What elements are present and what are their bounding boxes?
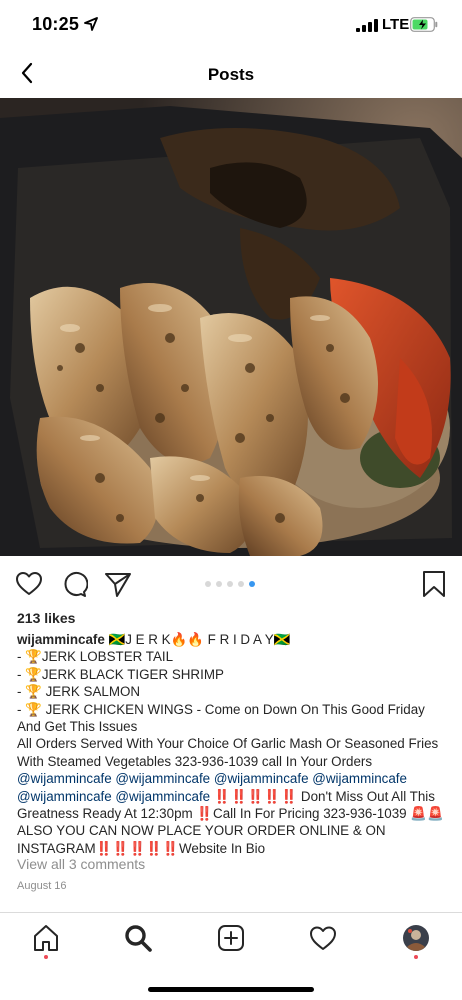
profile-avatar[interactable] — [401, 923, 431, 953]
post-username[interactable]: wijammincafe — [17, 632, 105, 647]
post-date: August 16 — [17, 880, 67, 892]
comment-icon[interactable] — [60, 570, 88, 598]
location-arrow-icon — [84, 17, 98, 31]
battery-icon — [410, 17, 438, 32]
bookmark-icon[interactable] — [420, 570, 448, 598]
status-bar: 10:25 LTE — [0, 0, 462, 50]
carousel-dot — [227, 581, 233, 587]
caption-line: - 🏆 JERK SALMON — [17, 684, 141, 700]
post-image[interactable] — [0, 98, 462, 556]
navigation-header: Posts — [0, 52, 462, 98]
caption-line: - 🏆JERK LOBSTER TAIL — [17, 649, 174, 665]
post-caption: wijammincafe 🇯🇲J E R K🔥🔥 F R I D A Y🇯🇲 -… — [17, 631, 447, 857]
caption-line: All Orders Served With Your Choice Of Ga… — [17, 736, 439, 769]
likes-count[interactable]: 213 likes — [17, 610, 75, 626]
home-indicator — [148, 987, 314, 992]
page-title: Posts — [207, 65, 255, 84]
home-notification-dot — [44, 955, 48, 959]
caption-header-line: wijammincafe 🇯🇲J E R K🔥🔥 F R I D A Y🇯🇲 — [17, 631, 447, 648]
status-time: 10:25 — [32, 14, 80, 34]
profile-notification-dot — [414, 955, 418, 959]
caption-line: - 🏆JERK BLACK TIGER SHRIMP — [17, 666, 224, 682]
activity-heart-icon[interactable] — [308, 923, 338, 953]
carousel-dot — [205, 581, 211, 587]
carousel-dot — [216, 581, 222, 587]
add-post-icon[interactable] — [216, 923, 246, 953]
caption-mentions-paragraph: @wijammincafe @wijammincafe @wijammincaf… — [17, 770, 447, 857]
like-heart-icon[interactable] — [15, 570, 43, 598]
home-icon[interactable] — [31, 923, 61, 953]
search-icon[interactable] — [123, 923, 153, 953]
view-comments-link[interactable]: View all 3 comments — [17, 856, 145, 872]
carrier-label: LTE — [382, 16, 410, 33]
caption-title: 🇯🇲J E R K🔥🔥 F R I D A Y🇯🇲 — [104, 632, 291, 647]
post-actions — [0, 562, 462, 604]
caption-line: - 🏆 JERK CHICKEN WINGS - Come on Down On… — [17, 701, 425, 735]
share-icon[interactable] — [104, 570, 132, 598]
signal-icon — [356, 19, 378, 32]
carousel-dot — [238, 581, 244, 587]
carousel-dot — [249, 581, 255, 587]
